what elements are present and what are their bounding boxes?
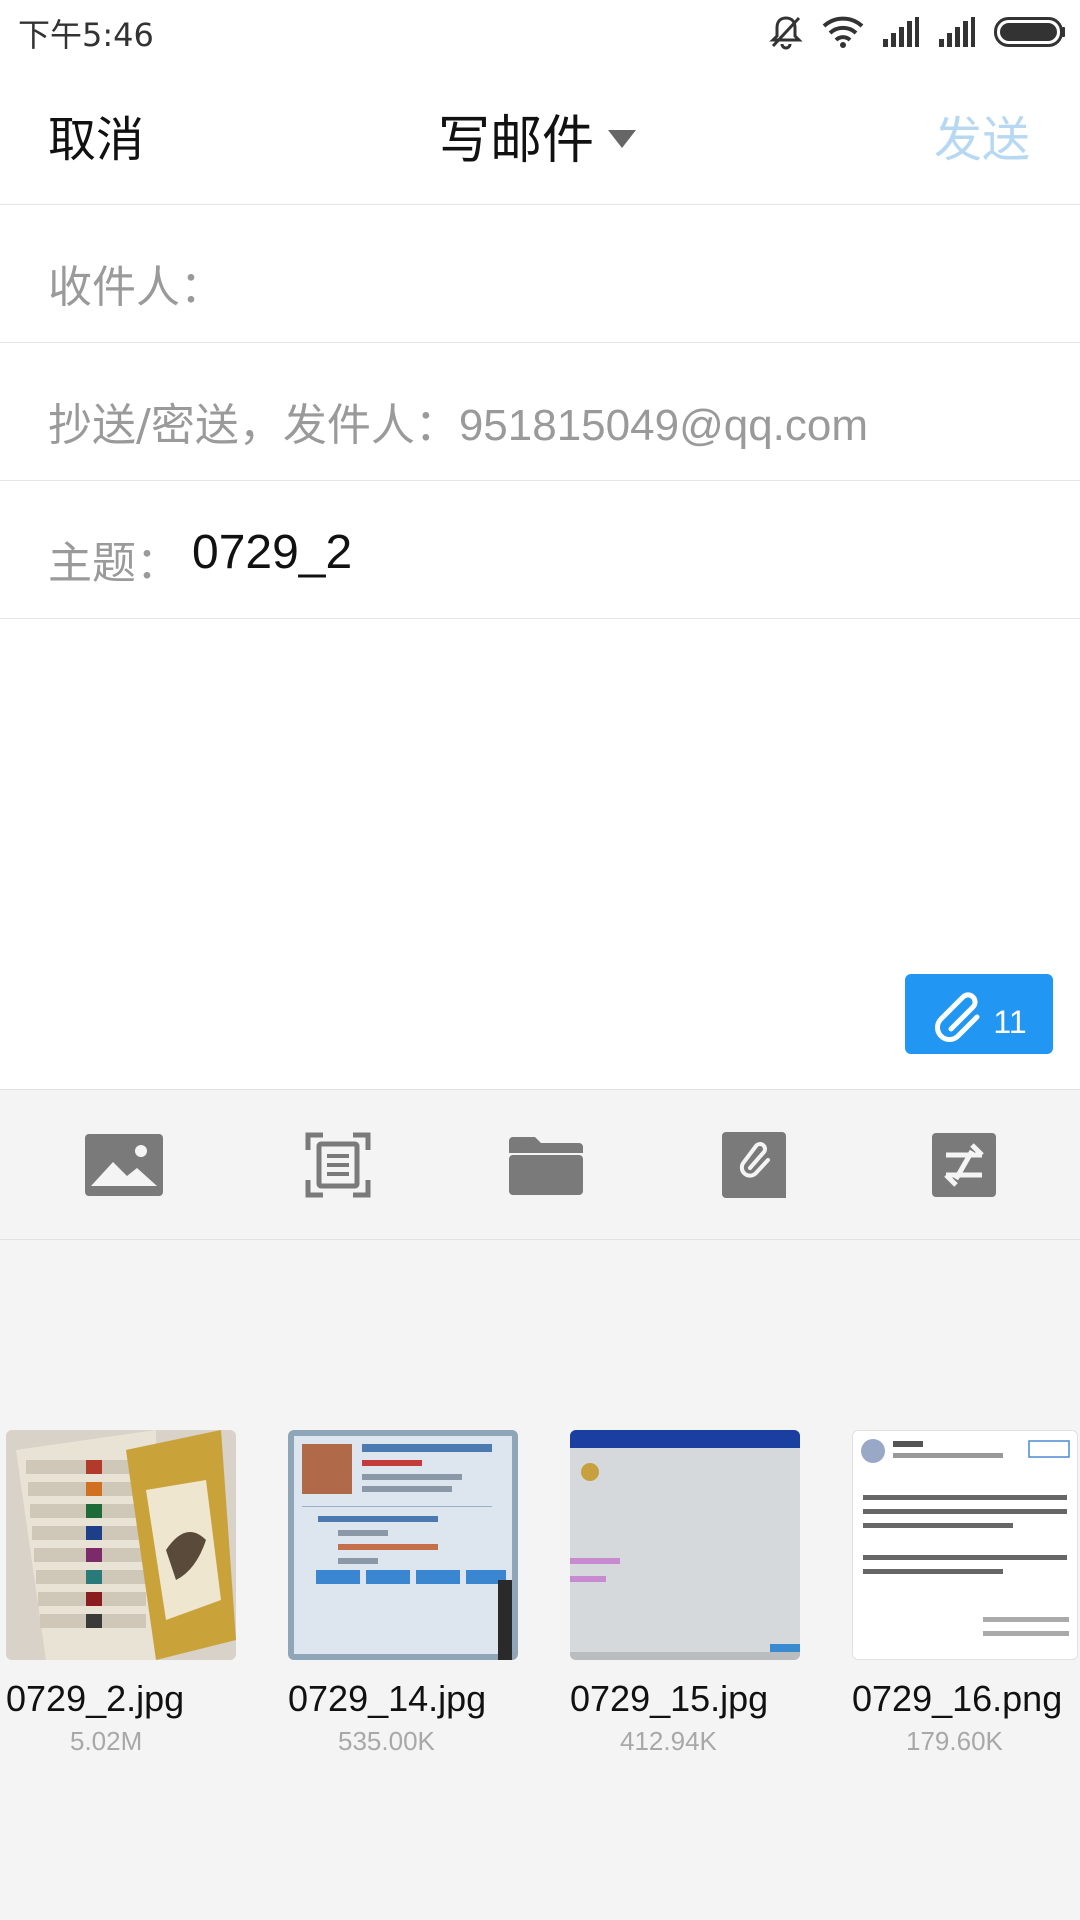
- attachment-thumbnail: [288, 1430, 518, 1660]
- attachment-item[interactable]: 0729_15.jpg 412.94K: [570, 1430, 830, 1757]
- transfer-icon: [932, 1133, 996, 1197]
- attachment-item[interactable]: 0729_16.png 179.60K: [852, 1430, 1080, 1757]
- attachment-filename: 0729_16.png: [852, 1678, 1063, 1719]
- signal-icon: [883, 17, 919, 47]
- attachment-filename: 0729_2.jpg: [6, 1678, 185, 1719]
- chevron-down-icon: [608, 129, 637, 148]
- toolbar-scan-button[interactable]: [298, 1130, 378, 1200]
- attachment-count: 11: [993, 1003, 1027, 1040]
- toolbar-transfer-button[interactable]: [924, 1130, 1004, 1200]
- attachment-thumbnail: [852, 1430, 1078, 1660]
- attachments-button[interactable]: 11: [905, 974, 1053, 1054]
- paint-tubes-photo-image: [6, 1430, 236, 1660]
- compose-mail-screen: 下午5:46 取消 写邮件 发送 收件人： 抄送/密送，发件人：95181504…: [0, 0, 1080, 1920]
- recipient-label: 收件人：: [48, 262, 224, 313]
- sender-address: 951815049@qq.com: [458, 401, 869, 450]
- cancel-button[interactable]: 取消: [48, 100, 144, 170]
- attach-toolbar: [0, 1089, 1080, 1240]
- compose-header: 取消 写邮件 发送: [0, 62, 1080, 204]
- cc-bcc-sender-line: 抄送/密送，发件人：951815049@qq.com: [48, 389, 868, 453]
- toolbar-folder-button[interactable]: [506, 1130, 586, 1200]
- social-post-screenshot-image: [853, 1431, 1077, 1659]
- wifi-icon: [822, 16, 864, 48]
- battery-icon: [994, 17, 1065, 47]
- attachment-item[interactable]: 0729_2.jpg 5.02M: [6, 1430, 266, 1757]
- attachment-thumbnail: [570, 1430, 800, 1660]
- attachment-filename: 0729_15.jpg: [570, 1678, 769, 1719]
- monitor-photo-image: [570, 1430, 800, 1660]
- attachment-note-icon: [722, 1132, 786, 1198]
- status-time: 下午5:46: [18, 16, 154, 54]
- paperclip-icon: [935, 992, 980, 1042]
- toolbar-note-button[interactable]: [714, 1130, 794, 1200]
- attachment-size: 179.60K: [906, 1726, 1003, 1756]
- attachment-size: 535.00K: [338, 1726, 435, 1756]
- subject-input[interactable]: 0729_2: [192, 525, 352, 580]
- status-icons: [768, 14, 1066, 50]
- cc-bcc-sender-field[interactable]: 抄送/密送，发件人：951815049@qq.com: [0, 343, 1080, 481]
- image-icon: [85, 1134, 163, 1196]
- attachment-list: 0729_2.jpg 5.02M 0729_14.jpg 535.00K 072…: [0, 1240, 1080, 1920]
- folder-icon: [509, 1137, 583, 1195]
- attachment-size: 5.02M: [70, 1726, 143, 1756]
- attachment-thumbnail: [6, 1430, 236, 1660]
- order-screen-photo-image: [288, 1430, 518, 1660]
- page-title: 写邮件: [438, 111, 595, 171]
- cc-bcc-sender-label: 抄送/密送，发件人：: [48, 400, 459, 451]
- toolbar-image-button[interactable]: [84, 1130, 164, 1200]
- subject-label: 主题：: [48, 538, 180, 589]
- compose-title-dropdown[interactable]: 写邮件: [438, 98, 637, 173]
- status-bar: 下午5:46: [0, 0, 1080, 62]
- attachment-item[interactable]: 0729_14.jpg 535.00K: [288, 1430, 548, 1757]
- attachment-filename: 0729_14.jpg: [288, 1678, 487, 1719]
- subject-field[interactable]: 主题： 0729_2: [0, 481, 1080, 619]
- signal-icon-2: [939, 17, 975, 47]
- mute-bell-icon: [769, 16, 803, 50]
- recipient-field[interactable]: 收件人：: [0, 205, 1080, 343]
- send-button[interactable]: 发送: [934, 100, 1030, 170]
- scan-document-icon: [305, 1132, 371, 1198]
- attachment-size: 412.94K: [620, 1726, 717, 1756]
